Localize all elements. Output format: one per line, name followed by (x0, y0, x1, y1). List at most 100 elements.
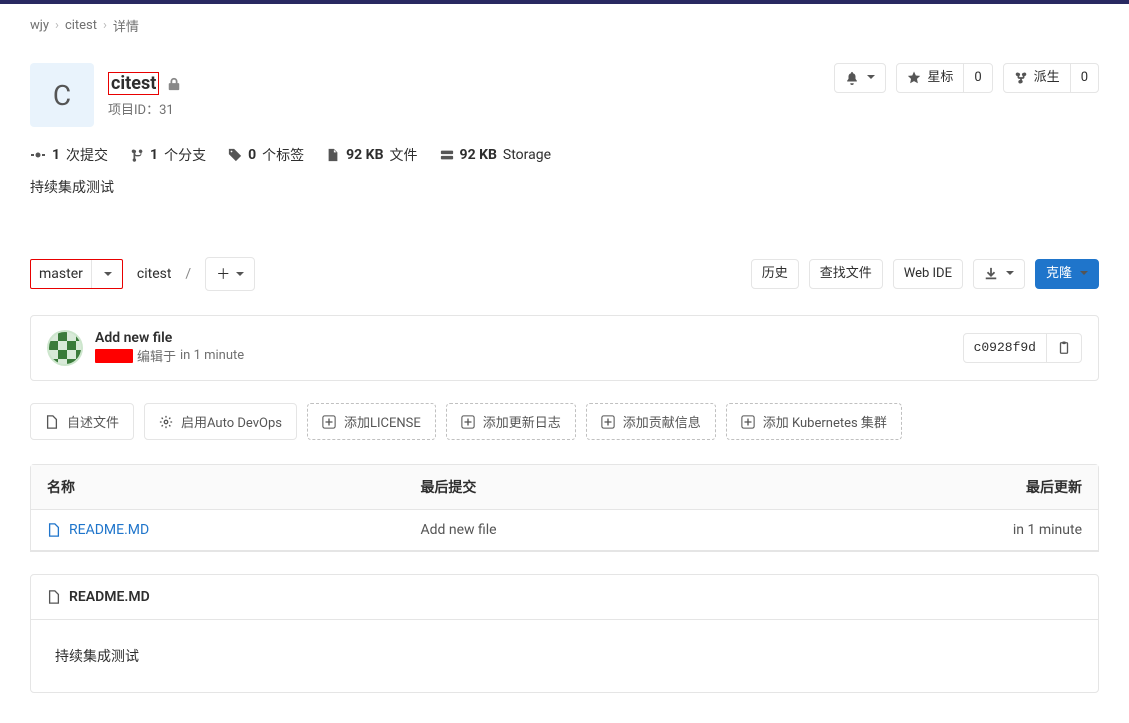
fork-label: 派生 (1034, 70, 1060, 86)
file-name: README.MD (69, 522, 149, 538)
breadcrumb-root[interactable]: wjy (30, 18, 49, 33)
stat-storage[interactable]: 92 KB Storage (440, 147, 552, 163)
breadcrumb: wjy › citest › 详情 (30, 16, 1099, 35)
chevron-down-icon (1078, 266, 1088, 282)
project-avatar: C (30, 63, 94, 127)
breadcrumb-sep: › (55, 18, 59, 33)
add-license-button[interactable]: 添加LICENSE (307, 403, 436, 440)
notification-dropdown[interactable] (834, 63, 886, 93)
path-sep: / (185, 266, 191, 282)
tags-count: 0 (248, 147, 256, 163)
th-name: 名称 (31, 465, 404, 510)
readme-button[interactable]: 自述文件 (30, 403, 134, 440)
th-last-update: 最后更新 (885, 465, 1098, 510)
commit-author-redacted (95, 349, 133, 363)
branch-selector[interactable]: master (30, 259, 123, 289)
star-count[interactable]: 0 (963, 63, 992, 93)
fork-button[interactable]: 派生 (1003, 63, 1071, 93)
plus-icon: ＋ (216, 264, 230, 284)
chevron-down-icon (234, 266, 244, 282)
plus-square-icon (461, 415, 475, 429)
storage-icon (440, 148, 454, 162)
file-link[interactable]: README.MD (47, 522, 388, 538)
commit-sha[interactable]: c0928f9d (963, 333, 1047, 363)
edited-label: 编辑于 (137, 346, 176, 365)
plus-square-icon (741, 415, 755, 429)
readme-label: 自述文件 (67, 412, 119, 431)
page-content: wjy › citest › 详情 C citest 项目ID：31 (0, 4, 1129, 723)
file-icon (47, 590, 61, 604)
clone-label: 克隆 (1046, 266, 1072, 282)
last-commit: Add new file 编辑于 in 1 minute c0928f9d (30, 315, 1099, 381)
project-overview: C citest 项目ID：31 (30, 63, 181, 127)
add-kubernetes-button[interactable]: 添加 Kubernetes 集群 (726, 403, 902, 440)
table-row[interactable]: README.MD Add new file in 1 minute (31, 510, 1098, 551)
branch-icon (130, 148, 144, 162)
commits-icon (30, 147, 46, 163)
commit-message[interactable]: Add new file (95, 330, 244, 346)
gear-icon (159, 415, 173, 429)
add-contributing-label: 添加贡献信息 (623, 412, 701, 431)
project-id: 项目ID：31 (108, 99, 181, 118)
plus-square-icon (601, 415, 615, 429)
th-last-commit: 最后提交 (404, 465, 884, 510)
add-changelog-label: 添加更新日志 (483, 412, 561, 431)
project-name: citest (108, 72, 159, 96)
star-button[interactable]: 星标 (896, 63, 964, 93)
row-updated: in 1 minute (885, 510, 1098, 551)
tags-label: 个标签 (262, 145, 304, 165)
file-icon (47, 523, 61, 537)
find-file-button[interactable]: 查找文件 (809, 259, 883, 289)
stat-files[interactable]: 92 KB 文件 (326, 145, 417, 165)
quick-actions: 自述文件 启用Auto DevOps 添加LICENSE 添加更新日志 添加贡献… (30, 403, 1099, 440)
clipboard-icon (1057, 341, 1071, 355)
download-icon (984, 267, 998, 281)
download-dropdown[interactable] (973, 259, 1025, 289)
path-root[interactable]: citest (137, 266, 172, 282)
stat-commits[interactable]: 1 次提交 (30, 145, 108, 165)
chevron-down-icon (92, 260, 122, 288)
storage-label: Storage (503, 147, 551, 163)
star-icon (907, 71, 921, 85)
project-stats: 1 次提交 1 个分支 0 个标签 92 KB 文件 (30, 145, 1099, 165)
commit-time: in 1 minute (180, 348, 244, 363)
add-contributing-button[interactable]: 添加贡献信息 (586, 403, 716, 440)
clone-button[interactable]: 克隆 (1035, 259, 1099, 289)
branches-label: 个分支 (164, 145, 206, 165)
add-dropdown[interactable]: ＋ (205, 257, 255, 291)
file-table: 名称 最后提交 最后更新 README.MD Add new file in 1… (30, 464, 1099, 552)
readme-filename: README.MD (69, 589, 150, 605)
autodevops-label: 启用Auto DevOps (181, 412, 282, 431)
tag-icon (228, 148, 242, 162)
fork-icon (1014, 71, 1028, 85)
storage-size: 92 KB (460, 147, 497, 163)
files-label: 文件 (390, 145, 418, 165)
readme-preview: README.MD 持续集成测试 (30, 574, 1099, 693)
breadcrumb-current: 详情 (113, 16, 139, 35)
branches-count: 1 (150, 147, 158, 163)
history-button[interactable]: 历史 (751, 259, 799, 289)
branch-row: master citest / ＋ 历史 查找文件 Web IDE (30, 257, 1099, 291)
readme-content: 持续集成测试 (31, 620, 1098, 692)
autodevops-button[interactable]: 启用Auto DevOps (144, 403, 297, 440)
fork-count[interactable]: 0 (1070, 63, 1099, 93)
project-header: C citest 项目ID：31 (30, 63, 1099, 127)
star-label: 星标 (927, 70, 953, 86)
commits-count: 1 (52, 147, 60, 163)
web-ide-button[interactable]: Web IDE (893, 259, 963, 289)
bell-icon (845, 71, 859, 85)
row-commit[interactable]: Add new file (404, 510, 884, 551)
project-description: 持续集成测试 (30, 177, 1099, 197)
commit-author-avatar[interactable] (47, 330, 83, 366)
breadcrumb-sep: › (103, 18, 107, 33)
file-icon (326, 148, 340, 162)
copy-sha-button[interactable] (1046, 333, 1082, 363)
header-actions: 星标 0 派生 0 (834, 63, 1099, 93)
commits-label: 次提交 (66, 145, 108, 165)
add-changelog-button[interactable]: 添加更新日志 (446, 403, 576, 440)
stat-branches[interactable]: 1 个分支 (130, 145, 206, 165)
chevron-down-icon (865, 70, 875, 86)
stat-tags[interactable]: 0 个标签 (228, 145, 304, 165)
lock-icon (167, 77, 181, 91)
breadcrumb-project[interactable]: citest (65, 18, 97, 33)
